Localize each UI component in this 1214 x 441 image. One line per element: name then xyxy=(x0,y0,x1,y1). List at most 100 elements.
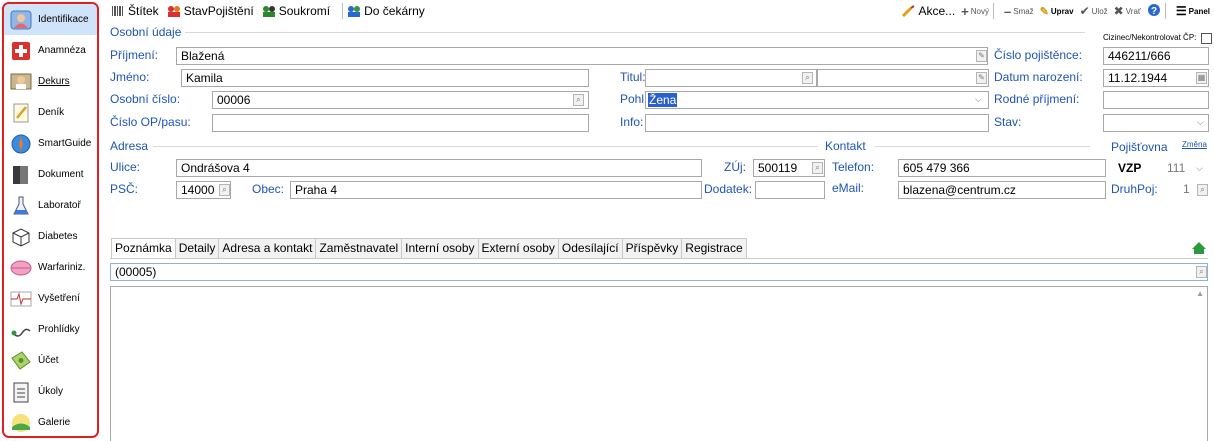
pill-icon xyxy=(8,256,34,280)
detail-tabs: Poznámka Detaily Adresa a kontakt Zaměst… xyxy=(111,238,747,259)
soukromi-label: Soukromí xyxy=(278,4,331,18)
sidebar-item-vysetreni[interactable]: Vyšetření xyxy=(4,283,97,314)
email-field[interactable]: blazena@centrum.cz xyxy=(898,181,1106,199)
sidebar-item-label: Identifikace xyxy=(38,14,89,25)
zuj-label: ZÚj: xyxy=(724,160,746,174)
telefon-field[interactable]: 605 479 366 xyxy=(898,159,1106,177)
money-icon xyxy=(8,349,34,373)
sidebar-item-identifikace[interactable]: Identifikace xyxy=(4,4,97,35)
cross-icon: ✖ xyxy=(1113,4,1124,18)
tab-externi-osoby[interactable]: Externí osoby xyxy=(477,238,559,258)
tab-poznamka[interactable]: Poznámka xyxy=(111,238,176,259)
prijmeni-label: Příjmení: xyxy=(110,48,159,62)
zmena-link[interactable]: Změna xyxy=(1182,140,1207,149)
doctor-icon xyxy=(8,70,34,94)
vrat-button[interactable]: ✖ Vrať xyxy=(1114,4,1141,18)
calendar-icon[interactable]: ▦ xyxy=(1196,72,1207,84)
picker-icon[interactable]: ⌕ xyxy=(573,94,584,106)
sidebar-item-anamneza[interactable]: Anamnéza xyxy=(4,35,97,66)
smaz-label: Smaž xyxy=(1013,6,1034,16)
picker-icon[interactable]: ⌕ xyxy=(1196,266,1207,278)
people-icon xyxy=(262,4,276,18)
tab-prispevky[interactable]: Příspěvky xyxy=(621,238,683,258)
sidebar-item-ucet[interactable]: Účet xyxy=(4,345,97,376)
picker-icon[interactable]: ⌕ xyxy=(802,72,813,84)
druhpoj-value[interactable]: 1 xyxy=(1183,182,1190,196)
sidebar-item-label: Účet xyxy=(38,355,59,366)
pencil-icon[interactable]: ✎ xyxy=(976,50,987,62)
jmeno-field[interactable]: Kamila xyxy=(181,69,589,87)
sidebar-item-dekurs[interactable]: Dekurs xyxy=(4,66,97,97)
tab-detaily[interactable]: Detaily xyxy=(174,238,220,258)
red-cross-icon xyxy=(8,39,34,63)
flask-icon xyxy=(8,194,34,218)
sidebar-item-ukoly[interactable]: Úkoly xyxy=(4,376,97,407)
prijmeni-field[interactable]: Blažená xyxy=(176,47,988,65)
cube-icon xyxy=(8,225,34,249)
menu-icon: ☰ xyxy=(1175,4,1187,18)
pojistovna-heading: Pojišťovna xyxy=(1111,140,1168,154)
tab-registrace[interactable]: Registrace xyxy=(681,238,747,258)
datum-narozeni-field[interactable]: 11.12.1944 xyxy=(1103,69,1209,87)
telefon-label: Telefon: xyxy=(832,160,875,174)
novy-button[interactable]: + Nový xyxy=(961,4,989,19)
tab-adresa-a-kontakt[interactable]: Adresa a kontakt xyxy=(218,238,317,258)
panel-button[interactable]: ☰ Panel xyxy=(1176,4,1210,18)
stav-select[interactable] xyxy=(1103,114,1209,132)
info-label: Info: xyxy=(620,115,644,129)
cizinec-label: Cizinec/Nekontrolovat ČP: xyxy=(1103,33,1197,42)
checkmark-icon: ✔ xyxy=(1079,4,1090,18)
sidebar-item-laborator[interactable]: Laboratoř xyxy=(4,190,97,221)
pohlavi-select[interactable]: Žena xyxy=(645,91,989,109)
sidebar-item-prohlidky[interactable]: Prohlídky xyxy=(4,314,97,345)
scroll-up-icon[interactable]: ▲ xyxy=(1196,289,1204,298)
titul-za-field[interactable] xyxy=(817,69,989,87)
stitek-button[interactable]: Štítek xyxy=(111,4,159,18)
sidebar-item-dokument[interactable]: Dokument xyxy=(4,159,97,190)
stethoscope-icon xyxy=(8,318,34,342)
stav-pojisteni-label: StavPojištění xyxy=(183,4,254,18)
person-card-icon xyxy=(8,8,34,32)
rodne-prijmeni-field[interactable] xyxy=(1103,91,1209,109)
sidebar-item-galerie[interactable]: Galerie xyxy=(4,407,97,436)
poznamka-code-field[interactable]: (00005) xyxy=(110,263,1208,281)
do-cekarny-button[interactable]: Do čekárny xyxy=(347,4,425,18)
tab-odesilajici[interactable]: Odesílající xyxy=(557,238,623,258)
cislo-op-field[interactable] xyxy=(212,114,589,132)
pencil-icon[interactable]: ✎ xyxy=(976,72,987,84)
dodatek-field[interactable] xyxy=(755,181,825,199)
soukromi-button[interactable]: Soukromí xyxy=(262,4,330,18)
landscape-icon xyxy=(8,411,34,435)
uloz-button[interactable]: ✔ Ulož xyxy=(1080,4,1108,18)
ulice-field[interactable]: Ondrášova 4 xyxy=(176,159,702,177)
smaz-button[interactable]: – Smaž xyxy=(1004,4,1034,19)
svg-text:?: ? xyxy=(1151,6,1157,17)
sidebar-item-diabetes[interactable]: Diabetes xyxy=(4,221,97,252)
obec-field[interactable]: Praha 4 xyxy=(290,181,702,199)
dodatek-label: Dodatek: xyxy=(704,182,753,196)
sidebar-item-smartguide[interactable]: SmartGuide xyxy=(4,128,97,159)
titul-pred-field[interactable] xyxy=(645,69,817,87)
sidebar-item-denik[interactable]: Deník xyxy=(4,97,97,128)
plus-icon: + xyxy=(961,3,969,19)
home-icon[interactable] xyxy=(1191,241,1207,255)
osobni-cislo-field[interactable]: 00006 xyxy=(212,91,589,109)
picker-icon[interactable]: ⌕ xyxy=(1197,184,1208,196)
tab-interni-osoby[interactable]: Interní osoby xyxy=(401,238,479,258)
picker-icon[interactable]: ⌕ xyxy=(219,184,230,196)
akce-button[interactable]: Akce... xyxy=(901,4,955,18)
module-sidebar: Identifikace Anamnéza Dekurs Deník Smart… xyxy=(2,2,99,438)
sidebar-item-label: Diabetes xyxy=(38,231,78,242)
cizinec-checkbox[interactable] xyxy=(1201,33,1212,44)
cislo-pojistence-field[interactable]: 446211/666 xyxy=(1103,47,1209,65)
picker-icon[interactable]: ⌕ xyxy=(812,162,823,174)
poznamka-textarea[interactable]: ▲ xyxy=(110,286,1208,441)
stav-pojisteni-button[interactable]: StavPojištění xyxy=(167,4,254,18)
help-button[interactable]: ? xyxy=(1147,3,1161,19)
tab-zamestnavatel[interactable]: Zaměstnavatel xyxy=(315,238,403,258)
insurance-people-icon xyxy=(167,4,181,18)
sidebar-item-warfariniz[interactable]: Warfariniz. xyxy=(4,252,97,283)
info-field[interactable] xyxy=(645,114,989,132)
pojistovna-code[interactable]: 111 xyxy=(1167,161,1185,175)
uprav-button[interactable]: ✎ Uprav xyxy=(1040,5,1074,18)
